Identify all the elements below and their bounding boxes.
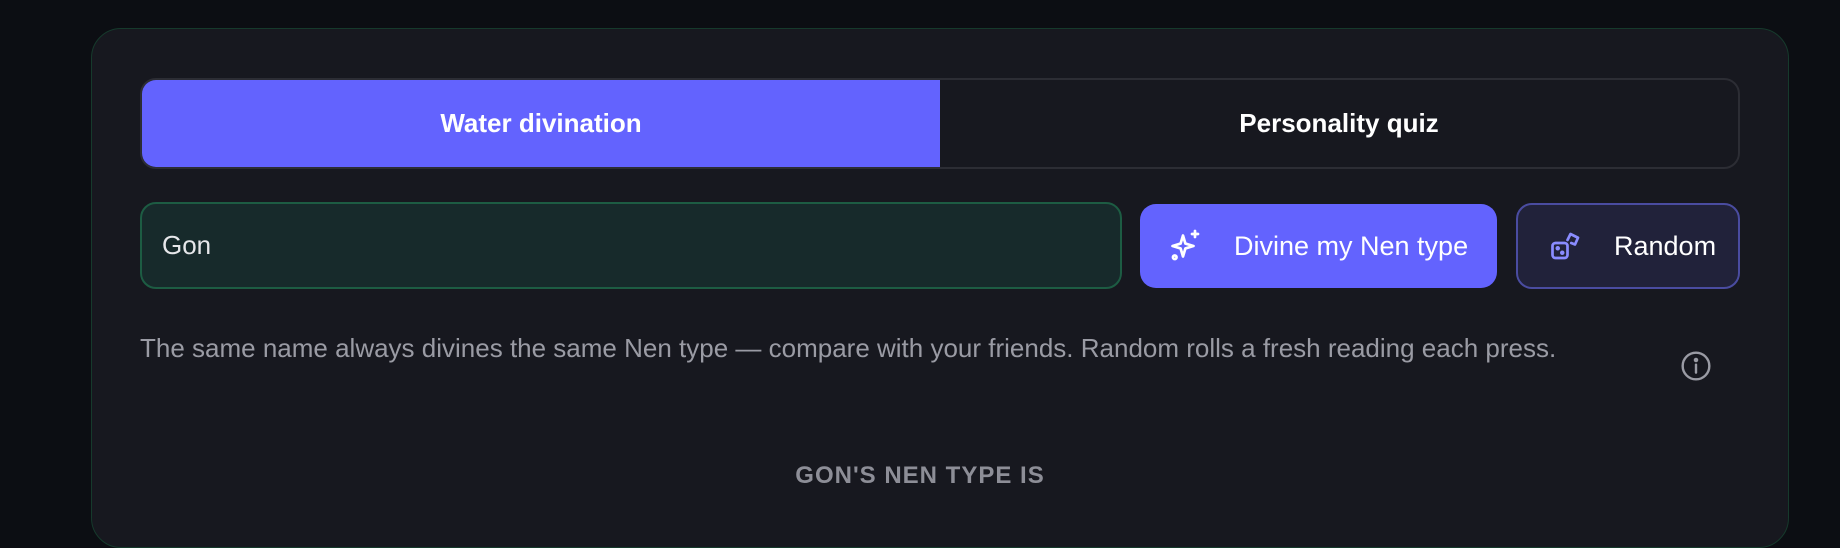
random-button-label: Random [1614, 230, 1717, 261]
dice-icon [1548, 228, 1584, 264]
tab-personality-quiz[interactable]: Personality quiz [940, 80, 1738, 167]
hint-text: The same name always divines the same Ne… [140, 333, 1557, 363]
divine-button[interactable]: Divine my Nen type [1140, 204, 1497, 288]
mode-tabs: Water divination Personality quiz [140, 78, 1740, 169]
sparkles-icon [1168, 228, 1204, 264]
result-label: GON'S NEN TYPE IS [795, 462, 1045, 489]
random-button[interactable]: Random [1516, 203, 1740, 289]
tab-water-divination[interactable]: Water divination [142, 80, 940, 167]
divine-button-label: Divine my Nen type [1234, 230, 1469, 261]
name-input[interactable] [140, 202, 1122, 289]
info-icon[interactable] [1680, 350, 1712, 382]
